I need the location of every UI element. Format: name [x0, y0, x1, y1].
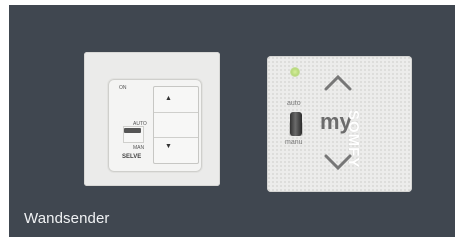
- left-switch-mode-slider: [124, 128, 141, 133]
- left-switch-rocker: [153, 86, 199, 164]
- status-led-icon: [290, 67, 300, 77]
- left-switch-brand: SELVE: [122, 154, 142, 160]
- right-switch-auto-label: auto: [287, 100, 301, 107]
- left-switch-auto-label: AUTO: [133, 121, 147, 127]
- left-switch-man-label: MAN: [133, 145, 145, 151]
- chevron-up-icon: [324, 74, 352, 91]
- rocker-divider: [154, 112, 198, 113]
- up-arrow-icon: ▲: [165, 95, 172, 102]
- right-switch-brand: SOMFY: [345, 110, 362, 169]
- rocker-divider: [154, 137, 198, 138]
- right-switch-manu-label: manu: [285, 139, 303, 146]
- mode-toggle-icon: [290, 112, 302, 136]
- left-switch-top-label: ON: [119, 85, 127, 91]
- down-arrow-icon: ▼: [165, 143, 172, 150]
- image-caption: Wandsender: [24, 210, 110, 227]
